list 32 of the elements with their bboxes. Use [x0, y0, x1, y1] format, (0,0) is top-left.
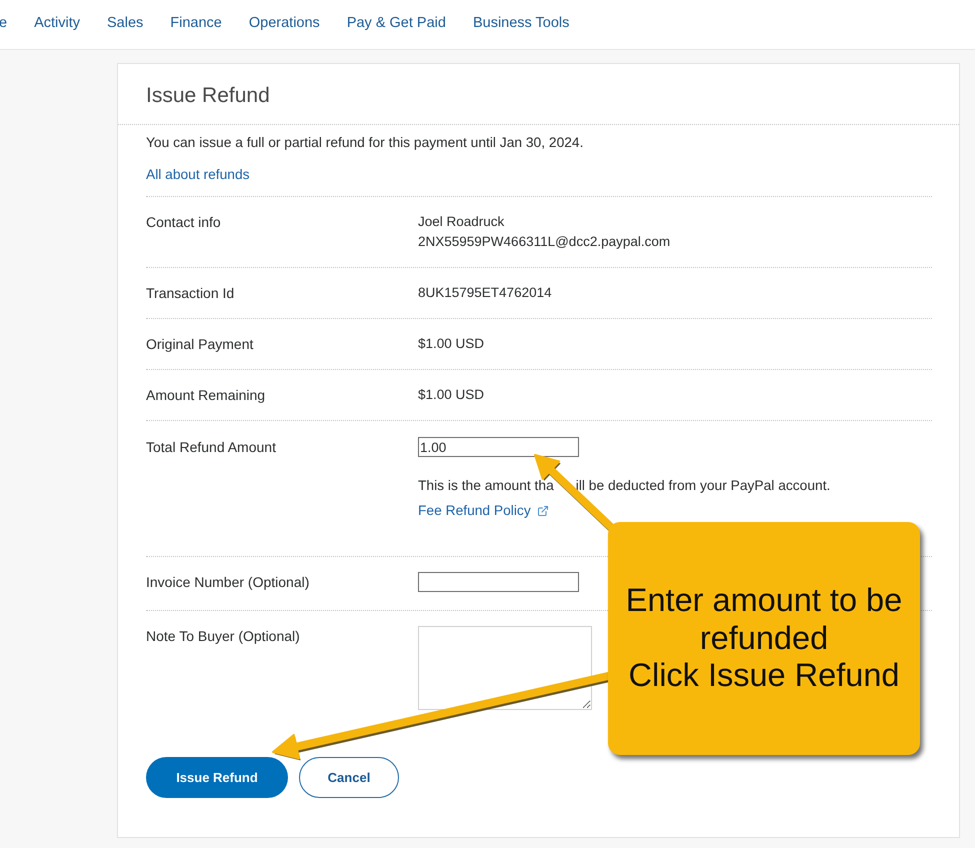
refund-notice: You can issue a full or partial refund for this payment until Jan 30, 2024.: [146, 134, 584, 152]
help-text: This is the amount tha: [418, 477, 554, 495]
detail-value: 2NX55959PW466311L@dcc2.paypal.com: [418, 233, 670, 251]
policy-link[interactable]: Fee Refund Policy: [418, 501, 549, 521]
field-label: Amount Remaining: [146, 386, 266, 405]
callout-text: Click Issue Refund: [628, 657, 900, 695]
card-title: Issue Refund: [146, 84, 270, 108]
nav-link[interactable]: Operations: [248, 14, 320, 30]
field-label: Note To Buyer (Optional): [146, 627, 301, 646]
refunds-link[interactable]: All about refunds: [146, 165, 250, 185]
note-field[interactable]: [418, 626, 592, 710]
input-field[interactable]: [418, 572, 579, 592]
callout-text: Enter amount to be refunded: [624, 582, 904, 658]
field-label: Transaction Id: [146, 284, 236, 303]
cancel-button[interactable]: Cancel: [299, 757, 399, 798]
detail-value: $1.00 USD: [418, 335, 484, 353]
external-link-icon: [536, 505, 549, 517]
field-label: Invoice Number (Optional): [146, 573, 310, 592]
nav-link[interactable]: Finance: [170, 14, 222, 30]
input-field[interactable]: 1.00: [418, 437, 579, 457]
detail-value: $1.00 USD: [418, 386, 484, 404]
detail-value: Joel Roadruck: [418, 213, 504, 231]
nav-link[interactable]: Activity: [34, 14, 80, 30]
detail-value: 8UK15795ET4762014: [418, 284, 552, 302]
nav-link[interactable]: Business Tools: [472, 14, 570, 30]
nav-link[interactable]: Sales: [107, 14, 144, 30]
field-label: Total Refund Amount: [146, 438, 277, 457]
issue-refund-button[interactable]: Issue Refund: [146, 757, 288, 798]
nav-link[interactable]: Pay & Get Paid: [346, 14, 446, 30]
help-text: ill be deducted from your PayPal account.: [576, 477, 830, 495]
field-label: Contact info: [146, 213, 222, 232]
field-label: Original Payment: [146, 335, 254, 354]
